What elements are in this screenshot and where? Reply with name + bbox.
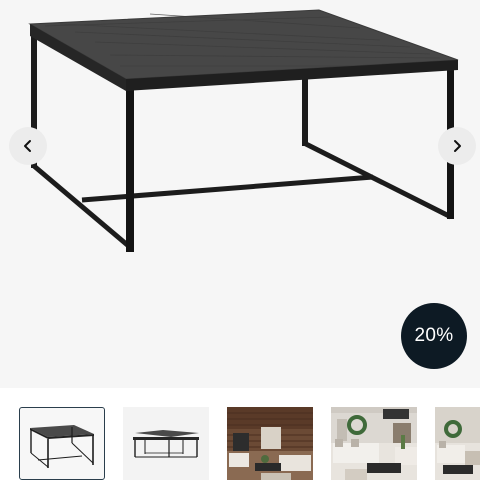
thumbnail-1[interactable] [19, 407, 105, 480]
previous-image-button[interactable] [9, 127, 47, 165]
chevron-right-icon [454, 140, 461, 152]
discount-badge: 20% [401, 303, 467, 369]
thumbnail-image [30, 425, 94, 468]
thumbnail-4[interactable] [331, 407, 417, 480]
thumbnail-strip [0, 388, 480, 480]
thumbnail-3[interactable] [227, 407, 313, 480]
thumbnail-image [123, 407, 209, 480]
chevron-left-icon [24, 140, 31, 152]
thumbnail-image [331, 407, 417, 480]
thumbnail-image [435, 407, 480, 480]
thumbnail-image [227, 407, 313, 480]
thumbnail-2[interactable] [123, 407, 209, 480]
next-image-button[interactable] [438, 127, 476, 165]
thumbnail-5[interactable] [435, 407, 480, 480]
product-image-viewer: 20% [0, 0, 480, 388]
